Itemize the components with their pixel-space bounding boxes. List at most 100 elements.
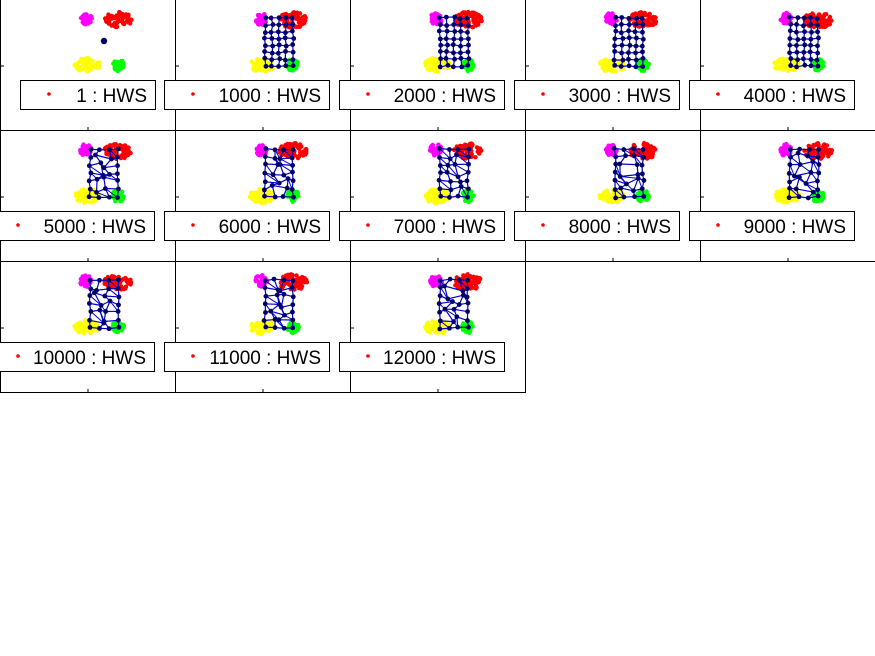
network-node — [437, 278, 443, 284]
network-node — [612, 43, 618, 49]
network-node — [794, 64, 799, 70]
data-point — [249, 59, 254, 64]
network-node — [816, 35, 821, 41]
network-node — [445, 162, 451, 168]
network-node — [116, 324, 122, 330]
network-node — [792, 173, 797, 179]
panel-8: 7000 : HWS — [339, 131, 525, 262]
network-node — [106, 194, 112, 200]
data-point — [251, 194, 257, 199]
network-node — [263, 310, 268, 315]
network-node — [464, 178, 470, 184]
data-point — [259, 200, 264, 206]
network-node — [280, 194, 286, 199]
network-node — [263, 15, 269, 21]
network-node — [454, 152, 459, 158]
network-node — [97, 147, 102, 153]
network-node — [786, 171, 792, 176]
network-node — [613, 195, 619, 201]
network-node — [101, 165, 107, 171]
data-point — [465, 329, 470, 334]
network-node — [290, 169, 295, 175]
network-node — [289, 15, 295, 21]
network-node — [787, 50, 793, 56]
network-node — [445, 296, 451, 302]
network-node — [465, 169, 471, 175]
network-node — [640, 56, 646, 61]
data-point — [607, 59, 612, 64]
data-point — [644, 13, 649, 18]
legend-label: 2000 : HWS — [394, 86, 496, 107]
legend: 8000 : HWS — [514, 211, 680, 241]
data-point — [95, 60, 100, 65]
network-node — [86, 178, 92, 184]
network-node — [458, 55, 464, 61]
network-node — [447, 147, 452, 152]
data-point — [297, 11, 303, 16]
network-node — [100, 37, 108, 45]
panel-3: 2000 : HWS — [339, 0, 525, 131]
network-node — [437, 326, 443, 332]
network-node — [816, 170, 822, 176]
data-point — [80, 152, 85, 157]
network-node — [458, 22, 464, 28]
network-node — [795, 15, 801, 21]
data-point — [285, 272, 291, 277]
network-node — [460, 288, 466, 294]
legend-label: 3000 : HWS — [569, 86, 671, 107]
network-node — [438, 170, 443, 175]
network-node — [436, 177, 442, 183]
data-point — [460, 11, 465, 16]
network-node — [277, 56, 283, 62]
network-node — [262, 278, 268, 284]
network-node — [451, 36, 457, 42]
data-point — [128, 150, 133, 156]
data-point — [113, 24, 119, 29]
data-point — [125, 20, 131, 25]
network-node — [611, 57, 617, 63]
network-node — [290, 302, 296, 308]
network-node — [263, 146, 269, 151]
network-node — [272, 325, 278, 330]
network-node — [445, 62, 451, 68]
data-point — [470, 61, 475, 67]
network-edge — [619, 163, 638, 166]
data-point — [119, 189, 125, 194]
network-node — [290, 278, 296, 284]
network-node — [275, 29, 281, 35]
network-node — [624, 181, 629, 187]
data-point — [80, 274, 85, 279]
network-node — [635, 175, 641, 181]
network-node — [626, 56, 631, 62]
network-node — [281, 172, 287, 178]
network-node — [613, 161, 619, 167]
cluster-yellow — [72, 318, 102, 336]
legend: 12000 : HWS — [339, 342, 505, 372]
network-node — [621, 147, 627, 152]
data-point — [295, 155, 301, 161]
network-node — [452, 56, 457, 62]
network-node — [107, 298, 113, 304]
network-node — [641, 178, 647, 183]
network-node — [801, 36, 807, 42]
network-node — [633, 43, 639, 49]
network-node — [788, 63, 794, 68]
data-point — [474, 279, 479, 285]
data-point — [249, 190, 254, 195]
data-point — [604, 18, 610, 24]
network-node — [262, 35, 267, 41]
network-node — [102, 186, 108, 191]
network-node — [263, 63, 269, 69]
network-node — [103, 309, 109, 314]
data-point — [605, 199, 611, 204]
data-point — [820, 19, 825, 24]
network-node — [640, 29, 645, 35]
network-node — [786, 14, 792, 20]
network-node — [438, 56, 444, 62]
legend-marker — [47, 92, 51, 96]
network-node — [465, 318, 470, 323]
panel-1: 1 : HWS — [0, 0, 175, 131]
data-point — [607, 14, 613, 20]
data-point — [77, 320, 83, 325]
data-point — [423, 63, 428, 68]
